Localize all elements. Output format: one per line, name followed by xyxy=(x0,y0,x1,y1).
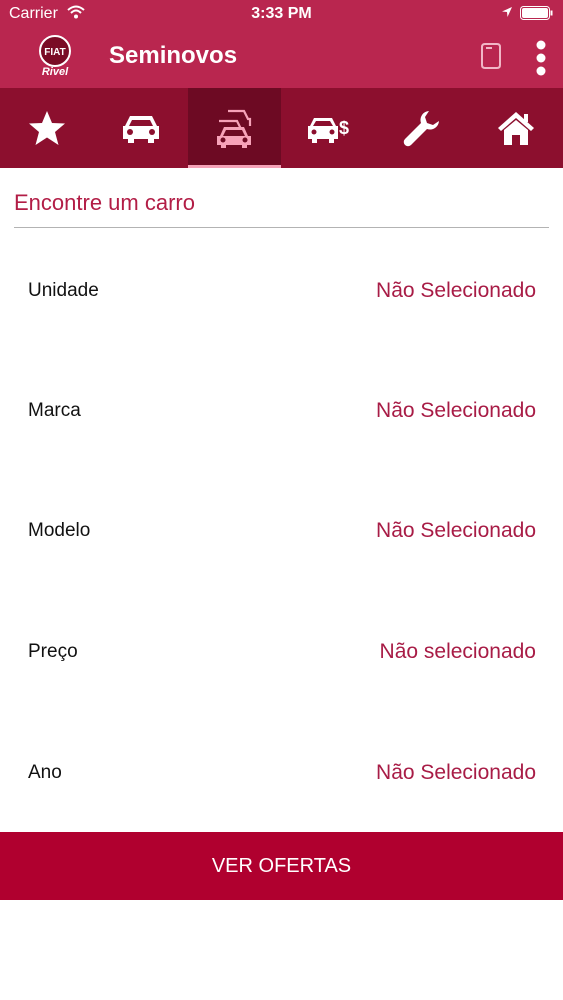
section-title: Encontre um carro xyxy=(14,190,195,215)
car-price-icon: $ xyxy=(308,118,349,143)
filter-label: Unidade xyxy=(28,280,99,301)
filter-label: Preço xyxy=(28,641,78,662)
cars-stack-icon xyxy=(217,109,252,148)
filter-value[interactable]: Não Selecionado xyxy=(376,261,536,321)
location-arrow-icon xyxy=(502,7,512,17)
star-icon xyxy=(28,111,65,145)
svg-text:FIAT: FIAT xyxy=(44,47,65,58)
filter-row-ano[interactable]: Ano Não Selecionado xyxy=(0,743,563,803)
filter-row-unidade[interactable]: Unidade Não Selecionado xyxy=(0,261,563,321)
filter-value[interactable]: Não Selecionado xyxy=(376,501,536,561)
filter-label: Ano xyxy=(28,762,62,783)
fiat-rivel-logo-icon: FIAT Rivel xyxy=(39,35,71,78)
filter-row-modelo[interactable]: Modelo Não Selecionado xyxy=(0,501,563,561)
home-icon xyxy=(497,112,534,145)
app-header: Carrier 3:33 PM FIAT Rivel Seminovos xyxy=(0,0,563,88)
filter-value[interactable]: Não Selecionado xyxy=(376,381,536,441)
status-time: 3:33 PM xyxy=(251,5,312,22)
copy-icon[interactable] xyxy=(480,43,502,69)
svg-text:Rivel: Rivel xyxy=(42,66,69,78)
divider xyxy=(14,227,549,228)
tab-bar: $ xyxy=(0,88,563,168)
tab-new-cars[interactable] xyxy=(94,88,188,168)
svg-text:$: $ xyxy=(339,118,349,138)
battery-icon xyxy=(520,6,553,20)
more-vertical-icon[interactable] xyxy=(534,40,548,76)
wrench-icon xyxy=(403,111,440,147)
tab-home[interactable] xyxy=(469,88,563,168)
page-title: Seminovos xyxy=(109,42,238,69)
tab-service[interactable] xyxy=(375,88,469,168)
filter-row-preco[interactable]: Preço Não selecionado xyxy=(0,622,563,682)
tab-favorites[interactable] xyxy=(0,88,94,168)
filter-label: Modelo xyxy=(28,520,91,541)
car-icon xyxy=(122,116,159,143)
tab-used-cars[interactable] xyxy=(187,88,282,168)
view-offers-button[interactable]: VER OFERTAS xyxy=(0,832,563,900)
status-bar: Carrier 3:33 PM xyxy=(0,0,563,30)
filter-row-marca[interactable]: Marca Não Selecionado xyxy=(0,381,563,441)
filter-label: Marca xyxy=(28,400,81,421)
tab-sell-car[interactable]: $ xyxy=(281,88,375,168)
filter-value[interactable]: Não selecionado xyxy=(380,622,536,682)
filter-value[interactable]: Não Selecionado xyxy=(376,743,536,803)
